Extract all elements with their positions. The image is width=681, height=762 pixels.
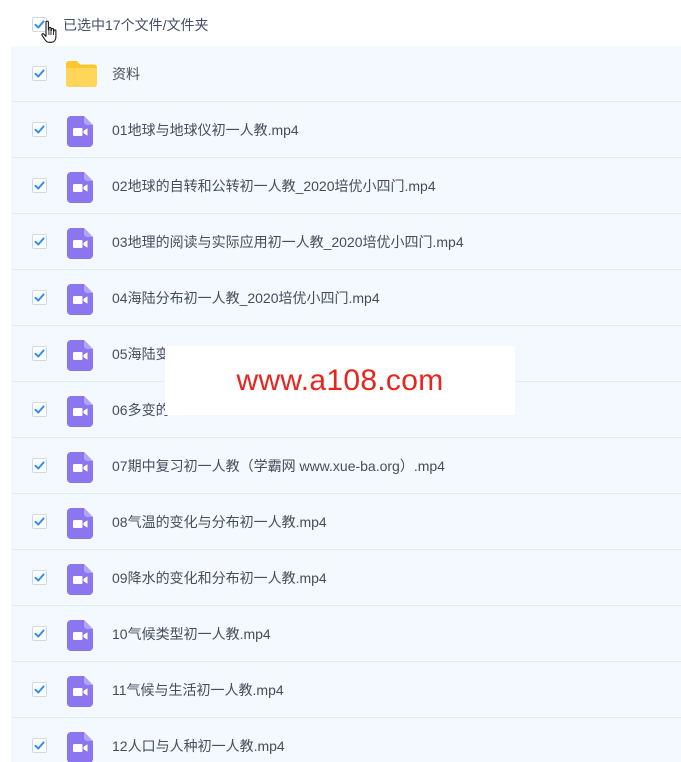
row-checkbox[interactable] [32,682,47,697]
checkmark-icon [34,573,45,582]
file-row[interactable]: 02地球的自转和公转初一人教_2020培优小四门.mp4 [11,158,681,214]
file-name[interactable]: 12人口与人种初一人教.mp4 [112,737,285,755]
file-name[interactable]: 04海陆分布初一人教_2020培优小四门.mp4 [112,289,380,307]
row-checkbox[interactable] [32,66,47,81]
file-name[interactable]: 06多变的 [112,401,170,419]
checkmark-icon [34,517,45,526]
checkmark-icon [34,69,45,78]
video-file-icon [67,732,93,762]
video-file-icon [67,620,93,656]
file-row[interactable]: 11气候与生活初一人教.mp4 [11,662,681,718]
video-file-icon [67,508,93,544]
row-checkbox[interactable] [32,122,47,137]
file-name[interactable]: 03地理的阅读与实际应用初一人教_2020培优小四门.mp4 [112,233,464,251]
video-file-icon [67,564,93,600]
video-file-icon [67,116,93,152]
row-checkbox[interactable] [32,290,47,305]
checkmark-icon [34,349,45,358]
file-name[interactable]: 08气温的变化与分布初一人教.mp4 [112,513,327,531]
checkmark-icon [34,125,45,134]
row-checkbox[interactable] [32,458,47,473]
row-checkbox[interactable] [32,346,47,361]
row-checkbox[interactable] [32,514,47,529]
watermark-overlay: www.a108.com [165,346,515,415]
row-checkbox[interactable] [32,234,47,249]
video-file-icon [67,676,93,712]
file-row[interactable]: 04海陆分布初一人教_2020培优小四门.mp4 [11,270,681,326]
file-name[interactable]: 10气候类型初一人教.mp4 [112,625,271,643]
file-row[interactable]: 08气温的变化与分布初一人教.mp4 [11,494,681,550]
file-name[interactable]: 02地球的自转和公转初一人教_2020培优小四门.mp4 [112,177,436,195]
file-name[interactable]: 09降水的变化和分布初一人教.mp4 [112,569,327,587]
checkmark-icon [34,629,45,638]
row-checkbox[interactable] [32,738,47,753]
file-row[interactable]: 09降水的变化和分布初一人教.mp4 [11,550,681,606]
checkmark-icon [34,237,45,246]
selection-count-label: 已选中17个文件/文件夹 [63,17,209,33]
row-checkbox[interactable] [32,626,47,641]
folder-icon [65,60,98,93]
file-name[interactable]: 01地球与地球仪初一人教.mp4 [112,121,299,139]
hand-cursor-icon [41,20,57,43]
file-row[interactable]: 10气候类型初一人教.mp4 [11,606,681,662]
row-checkbox[interactable] [32,402,47,417]
video-file-icon [67,284,93,320]
watermark-text: www.a108.com [236,363,444,397]
video-file-icon [67,452,93,488]
checkmark-icon [34,293,45,302]
file-name[interactable]: 11气候与生活初一人教.mp4 [112,681,284,699]
checkmark-icon [34,461,45,470]
file-name[interactable]: 资料 [112,65,140,83]
selection-header: 已选中17个文件/文件夹 [11,0,681,46]
row-checkbox[interactable] [32,570,47,585]
file-row[interactable]: 资料 [11,46,681,102]
file-list-page: 已选中17个文件/文件夹 资料 01地球与地球仪初一人教.mp4 02地球的自转和公… [0,0,681,762]
checkmark-icon [34,741,45,750]
video-file-icon [67,228,93,264]
file-row[interactable]: 01地球与地球仪初一人教.mp4 [11,102,681,158]
checkmark-icon [34,181,45,190]
file-row[interactable]: 12人口与人种初一人教.mp4 [11,718,681,762]
video-file-icon [67,172,93,208]
file-name[interactable]: 07期中复习初一人教（学霸网 www.xue-ba.org）.mp4 [112,457,445,475]
video-file-icon [67,396,93,432]
row-checkbox[interactable] [32,178,47,193]
file-row[interactable]: 03地理的阅读与实际应用初一人教_2020培优小四门.mp4 [11,214,681,270]
file-row[interactable]: 07期中复习初一人教（学霸网 www.xue-ba.org）.mp4 [11,438,681,494]
checkmark-icon [34,685,45,694]
file-name[interactable]: 05海陆变 [112,345,170,363]
video-file-icon [67,340,93,376]
checkmark-icon [34,405,45,414]
